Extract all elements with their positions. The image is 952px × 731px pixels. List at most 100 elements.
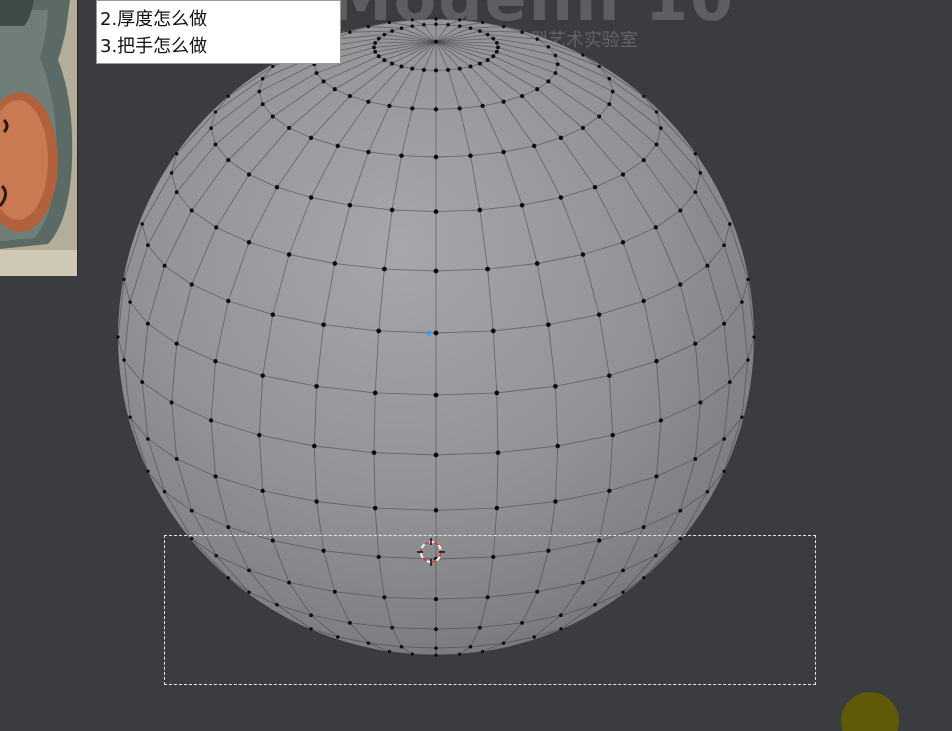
mesh-vertex[interactable] — [722, 243, 726, 248]
mesh-vertex[interactable] — [274, 185, 280, 190]
mesh-vertex[interactable] — [399, 26, 404, 30]
mesh-vertex[interactable] — [458, 652, 462, 656]
mesh-vertex[interactable] — [698, 171, 703, 175]
mesh-vertex[interactable] — [332, 87, 337, 92]
mesh-vertex[interactable] — [433, 154, 439, 160]
mesh-vertex[interactable] — [641, 298, 646, 304]
mesh-vertex[interactable] — [752, 335, 756, 339]
mesh-vertex[interactable] — [535, 589, 540, 594]
mesh-vertex[interactable] — [348, 621, 352, 625]
mesh-vertex[interactable] — [434, 653, 438, 657]
mesh-vertex[interactable] — [693, 152, 697, 156]
mesh-vertex[interactable] — [698, 400, 703, 405]
mesh-vertex[interactable] — [270, 114, 275, 119]
mesh-vertex[interactable] — [146, 243, 150, 248]
mesh-vertex[interactable] — [468, 645, 473, 649]
mesh-vertex[interactable] — [580, 252, 586, 257]
mesh-vertex[interactable] — [559, 613, 563, 618]
mesh-vertex[interactable] — [314, 383, 319, 389]
mesh-vertex[interactable] — [174, 190, 179, 194]
mesh-vertex[interactable] — [213, 359, 218, 364]
mesh-vertex[interactable] — [260, 373, 265, 378]
mesh-vertex[interactable] — [213, 474, 218, 479]
mesh-vertex[interactable] — [485, 58, 490, 63]
mesh-vertex[interactable] — [226, 576, 230, 580]
mesh-vertex[interactable] — [382, 58, 387, 63]
mesh-vertex[interactable] — [271, 64, 275, 69]
mesh-vertex[interactable] — [332, 589, 337, 594]
mesh-vertex[interactable] — [286, 252, 292, 257]
mesh-vertex[interactable] — [382, 595, 387, 600]
mesh-vertex[interactable] — [175, 152, 179, 156]
mesh-vertex[interactable] — [270, 538, 275, 543]
mesh-vertex[interactable] — [260, 488, 265, 493]
mesh-vertex[interactable] — [580, 580, 585, 585]
mesh-vertex[interactable] — [390, 29, 394, 33]
mesh-vertex[interactable] — [501, 24, 506, 29]
mesh-vertex[interactable] — [390, 625, 395, 630]
mesh-vertex[interactable] — [162, 263, 167, 268]
mesh-vertex[interactable] — [433, 508, 439, 513]
mesh-vertex[interactable] — [535, 37, 539, 41]
mesh-vertex[interactable] — [128, 300, 132, 304]
mesh-vertex[interactable] — [581, 53, 585, 57]
mesh-vertex[interactable] — [140, 380, 145, 384]
mesh-vertex[interactable] — [495, 450, 501, 456]
mesh-vertex[interactable] — [678, 508, 683, 513]
mesh-vertex[interactable] — [376, 328, 382, 334]
mesh-vertex[interactable] — [610, 89, 615, 94]
mesh-vertex[interactable] — [213, 142, 218, 147]
mesh-vertex[interactable] — [722, 469, 726, 473]
mesh-vertex[interactable] — [433, 107, 439, 112]
mesh-vertex[interactable] — [621, 590, 625, 594]
mesh-vertex[interactable] — [410, 24, 415, 28]
mesh-vertex[interactable] — [457, 106, 462, 111]
mesh-vertex[interactable] — [496, 45, 500, 50]
mesh-vertex[interactable] — [553, 499, 558, 504]
mesh-vertex[interactable] — [140, 222, 144, 226]
mesh-vertex[interactable] — [722, 437, 726, 441]
mesh-vertex[interactable] — [553, 71, 558, 75]
mesh-vertex[interactable] — [494, 49, 499, 54]
mesh-vertex[interactable] — [678, 536, 682, 541]
mesh-vertex[interactable] — [610, 432, 615, 438]
mesh-vertex[interactable] — [546, 548, 551, 553]
mesh-vertex[interactable] — [546, 45, 551, 49]
mesh-vertex[interactable] — [480, 20, 485, 25]
mesh-vertex[interactable] — [520, 94, 525, 99]
mesh-vertex[interactable] — [490, 328, 496, 334]
mesh-vertex[interactable] — [642, 576, 646, 580]
mesh-vertex[interactable] — [213, 110, 218, 114]
mesh-vertex[interactable] — [389, 207, 395, 213]
mesh-vertex[interactable] — [433, 597, 439, 602]
mesh-vertex[interactable] — [190, 536, 194, 541]
mesh-vertex[interactable] — [654, 359, 659, 364]
mesh-vertex[interactable] — [347, 202, 353, 208]
mesh-vertex[interactable] — [477, 61, 482, 66]
mesh-vertex[interactable] — [376, 554, 381, 560]
mesh-vertex[interactable] — [597, 114, 602, 119]
mesh-vertex[interactable] — [653, 225, 658, 230]
mesh-vertex[interactable] — [558, 135, 564, 140]
mesh-vertex[interactable] — [257, 432, 262, 438]
mesh-canvas[interactable] — [0, 0, 952, 731]
mesh-vertex[interactable] — [494, 505, 500, 511]
mesh-vertex[interactable] — [746, 277, 750, 282]
mesh-vertex[interactable] — [658, 418, 664, 423]
mesh-vertex[interactable] — [555, 62, 560, 67]
mesh-vertex[interactable] — [446, 23, 450, 27]
mesh-vertex[interactable] — [485, 32, 490, 37]
mesh-vertex[interactable] — [314, 71, 319, 75]
mesh-vertex[interactable] — [376, 36, 381, 41]
mesh-vertex[interactable] — [494, 390, 500, 396]
mesh-vertex[interactable] — [122, 358, 126, 362]
mesh-vertex[interactable] — [607, 102, 612, 107]
mesh-vertex[interactable] — [321, 548, 326, 553]
mesh-vertex[interactable] — [399, 153, 404, 158]
mesh-vertex[interactable] — [553, 53, 558, 58]
mesh-vertex[interactable] — [555, 443, 560, 449]
mesh-vertex[interactable] — [693, 190, 698, 194]
mesh-vertex[interactable] — [169, 171, 174, 175]
mesh-vertex[interactable] — [390, 61, 395, 66]
mesh-vertex[interactable] — [501, 149, 506, 155]
